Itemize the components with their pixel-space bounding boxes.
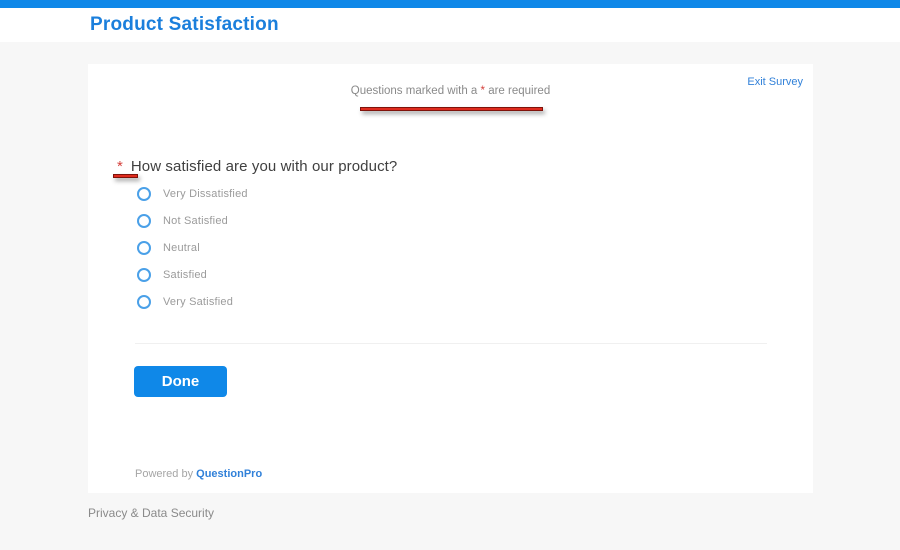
required-note-suffix: are required [485,85,551,97]
annotation-underline-question-asterisk [113,174,138,178]
option-row-not-satisfied[interactable]: Not Satisfied [137,207,248,234]
question: * How satisfied are you with our product… [117,158,397,175]
survey-card: Exit Survey Questions marked with a * ar… [88,64,813,493]
option-label: Very Satisfied [163,295,234,308]
question-text: How satisfied are you with our product? [130,158,398,175]
option-label: Very Dissatisfied [163,187,248,200]
option-row-very-dissatisfied[interactable]: Very Dissatisfied [137,180,248,207]
options-group: Very Dissatisfied Not Satisfied Neutral … [137,180,248,315]
privacy-data-security-link[interactable]: Privacy & Data Security [88,506,214,520]
required-note: Questions marked with a * are required [88,85,813,97]
section-divider [135,343,767,344]
option-row-very-satisfied[interactable]: Very Satisfied [137,288,248,315]
top-accent-bar [0,0,900,8]
radio-very-satisfied[interactable] [137,294,151,309]
annotation-underline-required-note [360,107,543,111]
option-row-neutral[interactable]: Neutral [137,234,248,261]
radio-very-dissatisfied[interactable] [137,186,151,201]
question-required-asterisk: * [117,158,123,175]
done-button[interactable]: Done [134,366,227,397]
page-title: Product Satisfaction [90,14,279,35]
radio-satisfied[interactable] [137,267,151,282]
option-label: Neutral [163,241,200,254]
powered-by-prefix: Powered by [135,468,197,480]
option-label: Not Satisfied [163,214,228,227]
radio-neutral[interactable] [137,240,151,255]
page-header: Product Satisfaction [0,8,900,42]
powered-by: Powered by QuestionPro [135,468,262,480]
required-note-prefix: Questions marked with a [350,85,481,97]
option-row-satisfied[interactable]: Satisfied [137,261,248,288]
option-label: Satisfied [163,268,207,281]
radio-not-satisfied[interactable] [137,213,151,228]
questionpro-link[interactable]: QuestionPro [196,468,262,480]
